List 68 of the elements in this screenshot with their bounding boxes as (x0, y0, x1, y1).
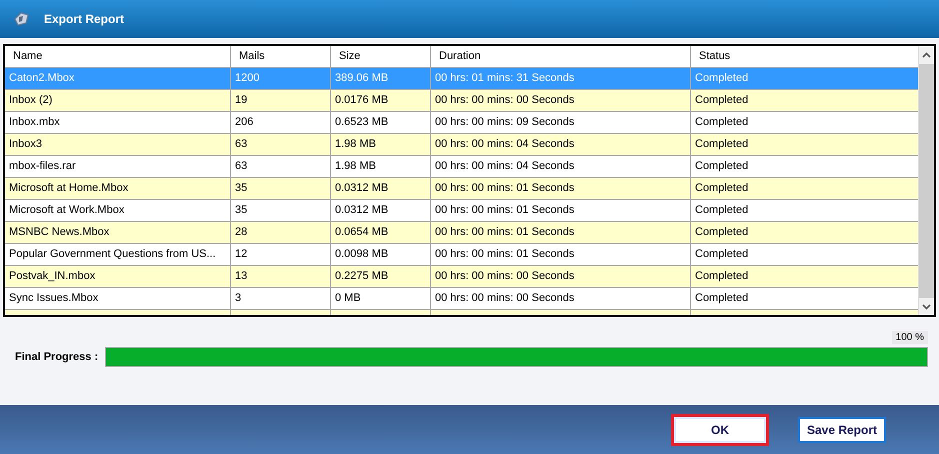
table-cell: 0.0654 MB (331, 222, 431, 243)
table-cell: 00 hrs: 00 mins: 01 Seconds (431, 222, 691, 243)
app-logo-icon (12, 11, 30, 27)
table-cell: 00 hrs: 01 mins: 31 Seconds (431, 68, 691, 89)
table-cell: MSNBC News.Mbox (5, 222, 231, 243)
table-cell: 00 hrs: 00 mins: 01 Seconds (431, 178, 691, 199)
table-cell: 00 hrs: 00 mins: 01 Seconds (431, 244, 691, 265)
ok-button[interactable]: OK (674, 416, 766, 442)
column-header[interactable]: Mails (231, 46, 331, 67)
table-cell: 12 (231, 244, 331, 265)
table-row[interactable]: MSNBC News.Mbox 28 0.0654 MB 00 hrs: 00 mins: 01 Seconds Completed (5, 222, 918, 244)
table-cell: 206 (231, 112, 331, 133)
table-row[interactable]: Inbox.mbx 206 0.6523 MB 00 hrs: 00 mins: 09 Seconds Completed (5, 112, 918, 134)
table-cell: 1.98 MB (331, 156, 431, 177)
table-cell: 00 hrs: 00 mins: 01 Seconds (431, 200, 691, 221)
table-cell: 1.98 MB (331, 134, 431, 155)
table-cell: 35 (231, 178, 331, 199)
table-cell: Postvak_IN.mbox (5, 266, 231, 287)
table-cell: 28 (231, 222, 331, 243)
table-row[interactable]: Inbox3 63 1.98 MB 00 hrs: 00 mins: 04 Seconds Completed (5, 134, 918, 156)
column-header[interactable]: Size (331, 46, 431, 67)
progress-percent: 100 % (892, 331, 928, 344)
table-cell: Caton2.Mbox (5, 68, 231, 89)
table-cell: 0 MB (331, 288, 431, 309)
table-cell: 35 (231, 200, 331, 221)
window-title: Export Report (44, 12, 124, 26)
table-cell: Inbox3 (5, 134, 231, 155)
table-cell: 3 (231, 288, 331, 309)
table-cell: Inbox (2) (5, 90, 231, 111)
table-cell: 0.0176 MB (331, 90, 431, 111)
table-cell: 00 hrs: 00 mins: 04 Seconds (431, 134, 691, 155)
table-cell: mbox-files.rar (5, 156, 231, 177)
table-cell: 00 hrs: 00 mins: 00 Seconds (431, 266, 691, 287)
scroll-down-icon[interactable] (922, 304, 931, 310)
table-cell: 389.06 MB (331, 68, 431, 89)
table-cell: 0.6523 MB (331, 112, 431, 133)
table-cell: Sync Issues.Mbox (5, 288, 231, 309)
table-cell: 0.0098 MB (331, 244, 431, 265)
progress-label: Final Progress : (15, 351, 100, 363)
table-row[interactable]: Popular Government Questions from US... 12 0.0098 MB 00 hrs: 00 mins: 01 Seconds Completed (5, 244, 918, 266)
table-row[interactable]: Microsoft at Home.Mbox 35 0.0312 MB 00 hrs: 00 mins: 01 Seconds Completed (5, 178, 918, 200)
table-cell: 63 (231, 156, 331, 177)
table-cell: 00 hrs: 00 mins: 04 Seconds (431, 156, 691, 177)
table-row[interactable]: mbox-files.rar 63 1.98 MB 00 hrs: 00 mins: 04 Seconds Completed (5, 156, 918, 178)
table-cell: 0.0312 MB (331, 200, 431, 221)
column-header[interactable]: Name (5, 46, 231, 67)
table-cell: Popular Government Questions from US... (5, 244, 231, 265)
table-row[interactable]: Microsoft at Work.Mbox 35 0.0312 MB 00 hrs: 00 mins: 01 Seconds Completed (5, 200, 918, 222)
column-header[interactable]: Duration (431, 46, 691, 67)
table-cell: 13 (231, 266, 331, 287)
table-cell: Inbox.mbx (5, 112, 231, 133)
table-cell: 63 (231, 134, 331, 155)
table-cell: 00 hrs: 00 mins: 00 Seconds (431, 288, 691, 309)
table-cell: 00 hrs: 00 mins: 00 Seconds (431, 90, 691, 111)
table-cell: 00 hrs: 00 mins: 09 Seconds (431, 112, 691, 133)
table-row[interactable]: Postvak_IN.mbox 13 0.2275 MB 00 hrs: 00 mins: 00 Seconds Completed (5, 266, 918, 288)
table-row[interactable]: Sync Issues.Mbox 3 0 MB 00 hrs: 00 mins: 00 Seconds Completed (5, 288, 918, 310)
table-row[interactable]: Inbox (2) 19 0.0176 MB 00 hrs: 00 mins: 00 Seconds Completed (5, 90, 918, 112)
table-cell: 1200 (231, 68, 331, 89)
scrollbar[interactable] (918, 46, 934, 315)
table-cell: 0.0312 MB (331, 178, 431, 199)
table-cell: Microsoft at Work.Mbox (5, 200, 231, 221)
table-cell: Microsoft at Home.Mbox (5, 178, 231, 199)
scroll-up-icon[interactable] (922, 52, 931, 58)
save-report-button[interactable]: Save Report (798, 416, 886, 442)
table-cell: 19 (231, 90, 331, 111)
table-cell: 0.2275 MB (331, 266, 431, 287)
scrollbar-thumb[interactable] (919, 64, 934, 298)
